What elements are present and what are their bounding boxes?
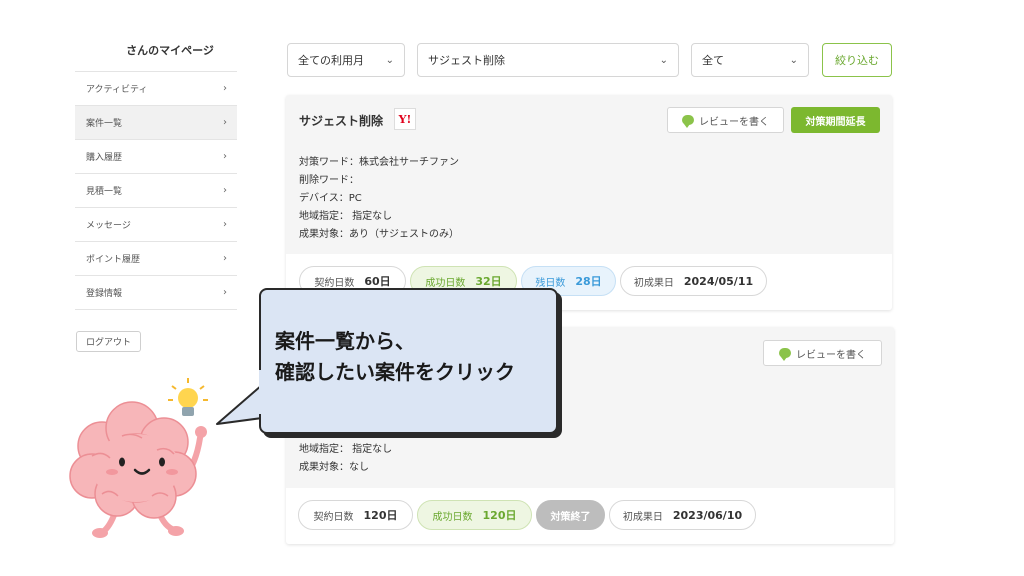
contract-days-badge: 契約日数 120日 xyxy=(298,500,413,530)
sidebar-title: さんのマイページ xyxy=(126,44,214,57)
chevron-right-icon: › xyxy=(223,117,227,128)
stat-value: 120日 xyxy=(482,509,517,522)
write-review-label: レビューを書く xyxy=(796,349,866,361)
extend-period-button[interactable]: 対策期間延長 xyxy=(791,107,880,133)
callout-line-2: 確認したい案件をクリック xyxy=(275,360,515,384)
stat-label: 契約日数 xyxy=(313,511,354,523)
stat-label: 初成果日 xyxy=(633,277,674,289)
project-card[interactable]: サジェスト削除 Y! レビューを書く 対策期間延長 対策ワード：株式会社サーチフ… xyxy=(286,95,892,310)
detail-result-target: 成果対象：なし xyxy=(299,462,369,473)
chevron-right-icon: › xyxy=(223,151,227,162)
sidebar-item-label: ポイント履歴 xyxy=(86,255,141,265)
write-review-button[interactable]: レビューを書く xyxy=(667,107,784,133)
logout-button[interactable]: ログアウト xyxy=(76,331,141,352)
callout-bubble: 案件一覧から、 確認したい案件をクリック xyxy=(259,288,558,434)
sidebar-item-purchases[interactable]: 購入履歴 › xyxy=(75,140,237,174)
success-days-badge: 成功日数 120日 xyxy=(417,500,532,530)
chevron-right-icon: › xyxy=(223,253,227,264)
write-review-button[interactable]: レビューを書く xyxy=(763,340,882,366)
stat-value: 2024/05/11 xyxy=(683,274,754,288)
chevron-down-icon: ⌄ xyxy=(789,54,798,66)
stat-value: 120日 xyxy=(363,509,398,522)
sidebar-item-account[interactable]: 登録情報 › xyxy=(75,276,237,310)
chat-bubble-icon xyxy=(682,115,694,128)
detail-device: デバイス：PC xyxy=(299,193,362,204)
chevron-right-icon: › xyxy=(223,219,227,230)
chevron-right-icon: › xyxy=(223,185,227,196)
card-stats-footer: 契約日数 120日 成功日数 120日 対策終了 初成果日 2023/06/10 xyxy=(286,488,894,544)
chevron-down-icon: ⌄ xyxy=(659,54,668,66)
month-select-value: 全ての利用月 xyxy=(298,54,364,67)
sidebar-menu: アクティビティ › 案件一覧 › 購入履歴 › 見積一覧 › メッセージ › ポ… xyxy=(75,71,237,310)
stat-label: 成功日数 xyxy=(432,511,473,523)
stat-value: 60日 xyxy=(364,275,391,288)
stat-label: 残日数 xyxy=(535,277,566,289)
first-result-date-badge: 初成果日 2024/05/11 xyxy=(620,266,767,296)
sidebar-item-label: アクティビティ xyxy=(86,85,148,95)
yahoo-logo-icon: Y! xyxy=(394,108,416,130)
first-result-date-badge: 初成果日 2023/06/10 xyxy=(609,500,756,530)
service-select-value: サジェスト削除 xyxy=(428,54,505,67)
stat-value: 28日 xyxy=(575,275,602,288)
sidebar-item-label: メッセージ xyxy=(86,221,131,231)
brain-mascot-icon xyxy=(69,378,208,538)
stat-label: 成功日数 xyxy=(425,277,466,289)
stat-label: 初成果日 xyxy=(622,511,663,523)
stat-value: 32日 xyxy=(475,275,502,288)
bubble-tail-join xyxy=(259,370,269,414)
detail-region: 地域指定： 指定なし xyxy=(299,211,393,222)
chevron-right-icon: › xyxy=(223,287,227,298)
chevron-down-icon: ⌄ xyxy=(385,54,394,66)
card-details: 対策ワード：株式会社サーチファン 削除ワード： デバイス：PC 地域指定： 指定… xyxy=(299,154,459,244)
stat-label: 契約日数 xyxy=(314,277,355,289)
sidebar-item-label: 購入履歴 xyxy=(86,153,123,163)
detail-result-target: 成果対象：あり（サジェストのみ） xyxy=(299,229,459,240)
chevron-right-icon: › xyxy=(223,83,227,94)
detail-delete-word: 削除ワード： xyxy=(299,175,359,186)
light-bulb-icon xyxy=(168,378,208,416)
sidebar-item-estimates[interactable]: 見積一覧 › xyxy=(75,174,237,208)
card-title: サジェスト削除 xyxy=(299,114,384,128)
chat-bubble-icon xyxy=(779,348,791,361)
sidebar-item-label: 見積一覧 xyxy=(86,187,123,197)
callout-line-1: 案件一覧から、 xyxy=(275,329,415,353)
service-select[interactable]: サジェスト削除 ⌄ xyxy=(417,43,679,77)
sidebar-item-projects[interactable]: 案件一覧 › xyxy=(75,106,237,140)
write-review-label: レビューを書く xyxy=(699,116,769,128)
card-details: 地域指定： 指定なし 成果対象：なし xyxy=(299,441,392,477)
detail-region: 地域指定： 指定なし xyxy=(299,444,393,455)
filter-button[interactable]: 絞り込む xyxy=(822,43,892,77)
stat-value: 2023/06/10 xyxy=(672,508,743,522)
sidebar-item-label: 案件一覧 xyxy=(86,119,123,129)
sidebar-item-activity[interactable]: アクティビティ › xyxy=(75,72,237,106)
sidebar-item-points[interactable]: ポイント履歴 › xyxy=(75,242,237,276)
status-select-value: 全て xyxy=(702,54,724,67)
sidebar-item-label: 登録情報 xyxy=(86,289,123,299)
sidebar-item-messages[interactable]: メッセージ › xyxy=(75,208,237,242)
month-select[interactable]: 全ての利用月 ⌄ xyxy=(287,43,405,77)
ended-status-badge: 対策終了 xyxy=(536,500,605,530)
detail-target-word: 対策ワード：株式会社サーチファン xyxy=(299,157,459,168)
status-select[interactable]: 全て ⌄ xyxy=(691,43,809,77)
